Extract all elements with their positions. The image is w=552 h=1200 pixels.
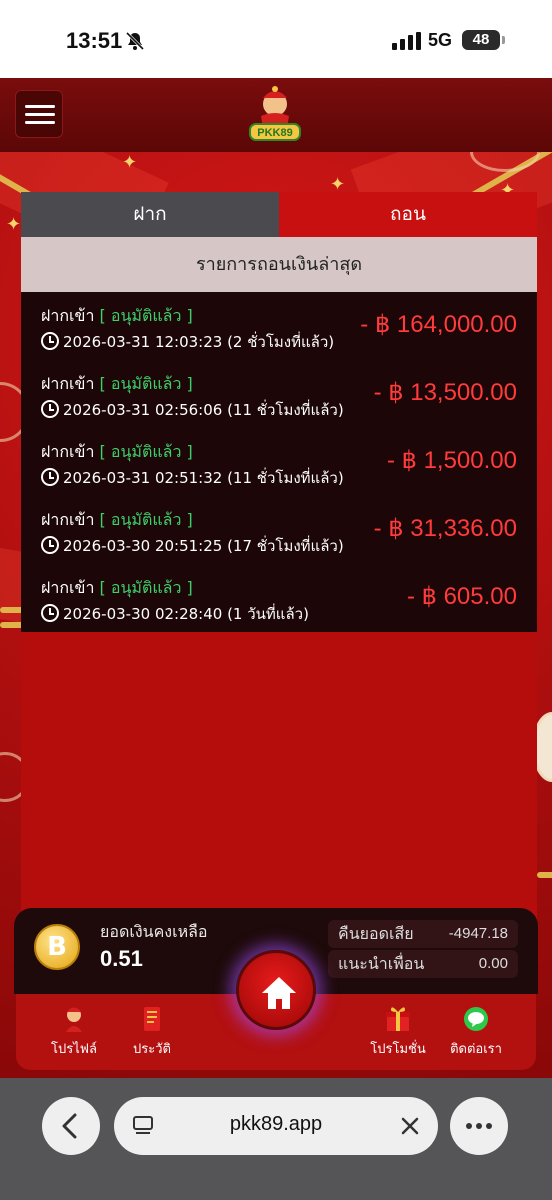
transaction-amount: - ฿ 605.00 <box>406 583 517 610</box>
nav-promotion[interactable]: โปรโมชั่น <box>358 1004 438 1059</box>
clock-icon <box>41 604 59 622</box>
clock-icon <box>41 400 59 418</box>
referral-stat[interactable]: แนะนำเพื่อน 0.00 <box>328 950 518 978</box>
history-scroll-icon <box>144 1007 160 1031</box>
ellipsis-icon <box>466 1123 492 1129</box>
transaction-status: [ อนุมัติแล้ว ] <box>99 306 193 325</box>
home-button[interactable] <box>236 950 316 1030</box>
hamburger-menu-button[interactable] <box>15 90 63 138</box>
nav-contact[interactable]: ติดต่อเรา <box>436 1004 516 1059</box>
more-options-button[interactable] <box>450 1097 508 1155</box>
list-title: รายการถอนเงินล่าสุด <box>21 237 537 292</box>
network-type: 5G <box>428 30 453 50</box>
bitcoin-coin-icon: B <box>34 924 80 970</box>
transaction-type: ฝากเข้า <box>41 442 95 461</box>
nav-history-label: ประวัติ <box>133 1042 171 1057</box>
transaction-row: ฝากเข้า [ อนุมัติแล้ว ] 2026-03-31 12:03… <box>21 292 537 360</box>
transaction-datetime: 2026-03-30 02:28:40 (1 วันที่แล้ว) <box>63 605 309 623</box>
transaction-datetime: 2026-03-30 20:51:25 (17 ชั่วโมงที่แล้ว) <box>63 537 344 555</box>
pkk89-logo[interactable]: PKK89 <box>244 84 306 146</box>
tab-withdraw[interactable]: ถอน <box>279 192 537 237</box>
transaction-datetime: 2026-03-31 02:51:32 (11 ชั่วโมงที่แล้ว) <box>63 469 344 487</box>
clock-icon <box>41 536 59 554</box>
transaction-row: ฝากเข้า [ อนุมัติแล้ว ] 2026-03-30 20:51… <box>21 496 537 564</box>
transaction-status: [ อนุมัติแล้ว ] <box>99 374 193 393</box>
transaction-type: ฝากเข้า <box>41 510 95 529</box>
status-time: 13:51 <box>66 28 123 53</box>
transaction-amount: - ฿ 13,500.00 <box>373 379 517 406</box>
address-bar[interactable]: pkk89.app <box>114 1097 438 1155</box>
transaction-status: [ อนุมัติแล้ว ] <box>99 578 193 597</box>
nav-profile[interactable]: โปรไฟล์ <box>34 1004 114 1059</box>
balance-label: ยอดเงินคงเหลือ <box>100 922 208 941</box>
balance-value: 0.51 <box>100 946 143 971</box>
clock-icon <box>41 332 59 350</box>
transaction-row: ฝากเข้า [ อนุมัติแล้ว ] 2026-03-31 02:51… <box>21 428 537 496</box>
signal-icon <box>392 32 421 50</box>
tab-deposit[interactable]: ฝาก <box>21 192 279 237</box>
transaction-type: ฝากเข้า <box>41 306 95 325</box>
transaction-datetime: 2026-03-31 02:56:06 (11 ชั่วโมงที่แล้ว) <box>63 401 344 419</box>
status-bar: 13:51 5G 48 <box>0 0 552 78</box>
referral-label: แนะนำเพื่อน <box>338 954 425 973</box>
transaction-row: ฝากเข้า [ อนุมัติแล้ว ] 2026-03-31 02:56… <box>21 360 537 428</box>
transaction-status: [ อนุมัติแล้ว ] <box>99 510 193 529</box>
transaction-type: ฝากเข้า <box>41 578 95 597</box>
cashback-stat[interactable]: คืนยอดเสีย -4947.18 <box>328 920 518 948</box>
profile-icon <box>66 1007 82 1032</box>
tab-bar: ฝาก ถอน <box>21 192 537 237</box>
gift-icon <box>386 1007 410 1031</box>
cashback-value: -4947.18 <box>448 925 508 942</box>
bell-muted-icon <box>125 31 145 51</box>
nav-contact-label: ติดต่อเรา <box>450 1042 502 1057</box>
nav-promotion-label: โปรโมชั่น <box>370 1042 426 1057</box>
transaction-type: ฝากเข้า <box>41 374 95 393</box>
line-chat-icon <box>464 1007 488 1031</box>
app-header: PKK89 <box>0 78 552 152</box>
transaction-row: ฝากเข้า [ อนุมัติแล้ว ] 2026-03-30 02:28… <box>21 564 537 632</box>
transaction-list: ฝากเข้า [ อนุมัติแล้ว ] 2026-03-31 12:03… <box>21 292 537 632</box>
transaction-amount: - ฿ 1,500.00 <box>386 447 517 474</box>
nav-profile-label: โปรไฟล์ <box>51 1042 97 1057</box>
referral-value: 0.00 <box>478 955 508 972</box>
battery-indicator: 48 <box>462 30 505 50</box>
url-text: pkk89.app <box>229 1113 323 1135</box>
nav-history[interactable]: ประวัติ <box>112 1004 192 1059</box>
browser-toolbar: pkk89.app <box>0 1078 552 1200</box>
transaction-datetime: 2026-03-31 12:03:23 (2 ชั่วโมงที่แล้ว) <box>63 333 335 351</box>
svg-text:PKK89: PKK89 <box>257 127 292 139</box>
transaction-amount: - ฿ 31,336.00 <box>373 515 517 542</box>
back-button[interactable] <box>42 1097 100 1155</box>
transaction-panel: ฝาก ถอน รายการถอนเงินล่าสุด ฝากเข้า [ อน… <box>21 192 537 932</box>
clock-icon <box>41 468 59 486</box>
home-icon <box>262 977 296 1009</box>
chevron-left-icon <box>62 1113 77 1139</box>
transaction-status: [ อนุมัติแล้ว ] <box>99 442 193 461</box>
cashback-label: คืนยอดเสีย <box>338 924 414 943</box>
close-icon[interactable] <box>400 1116 420 1136</box>
transaction-amount: - ฿ 164,000.00 <box>360 311 517 338</box>
